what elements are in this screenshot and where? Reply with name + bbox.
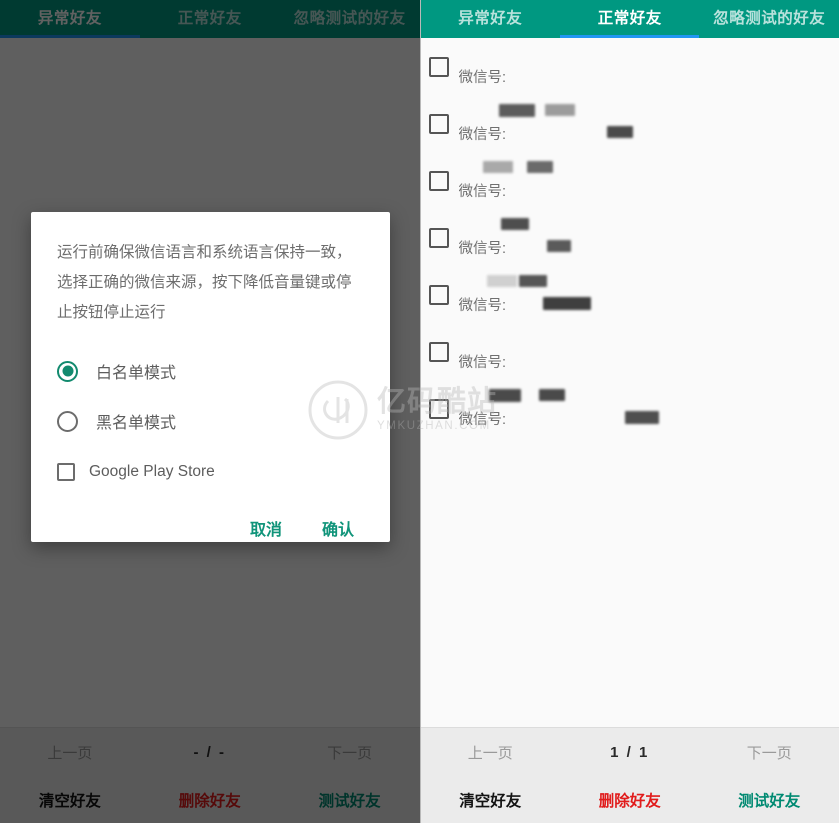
- redaction-block: [498, 104, 535, 117]
- friend-row-checkbox[interactable]: [428, 398, 449, 419]
- friend-row-checkbox[interactable]: [428, 113, 449, 134]
- friend-wxid-line: 微信号:: [459, 123, 673, 144]
- tab-abnormal-friends[interactable]: 异常好友: [421, 0, 561, 38]
- option-blacklist-label: 黑名单模式: [96, 415, 177, 432]
- redaction-block: [482, 161, 513, 173]
- dialog-confirm-button[interactable]: 确认: [322, 516, 354, 540]
- redaction-block: [488, 389, 521, 402]
- friend-nickname: [459, 388, 591, 405]
- option-whitelist-mode[interactable]: 白名单模式: [57, 346, 364, 396]
- friend-row[interactable]: 微信号:: [421, 323, 839, 380]
- friend-wxid-label: 微信号:: [458, 412, 507, 428]
- redaction-block: [544, 104, 575, 116]
- friend-nickname: [459, 331, 505, 348]
- friend-row[interactable]: 微信号:: [421, 152, 839, 209]
- run-settings-dialog: 运行前确保微信语言和系统语言保持一致，选择正确的微信来源，按下降低音量键或停止按…: [31, 212, 390, 542]
- redaction-block: [606, 126, 633, 138]
- friend-wxid-label: 微信号:: [458, 184, 507, 200]
- friend-row-text: 微信号:: [459, 46, 627, 87]
- checkbox-icon[interactable]: [57, 463, 75, 481]
- friend-row-checkbox[interactable]: [428, 341, 449, 362]
- friend-wxid-label: 微信号:: [458, 70, 507, 86]
- friend-row[interactable]: 微信号:: [421, 38, 839, 95]
- tab-normal-friends[interactable]: 正常好友: [560, 0, 700, 38]
- right-panel: 异常好友 正常好友 忽略测试的好友 微信号: 微信号: 微信号: 微信号: 微信…: [419, 0, 839, 823]
- friend-wxid-value: [508, 70, 626, 86]
- tab-ignored-test-friends[interactable]: 忽略测试的好友: [700, 0, 839, 38]
- friend-wxid-value: [508, 127, 672, 143]
- redaction-block: [486, 275, 517, 287]
- friend-row-text: 微信号:: [459, 217, 631, 258]
- radio-blacklist-icon[interactable]: [57, 410, 78, 432]
- friend-wxid-label: 微信号:: [458, 241, 507, 257]
- friend-row[interactable]: 微信号:: [421, 95, 839, 152]
- right-next-page-button[interactable]: 下一页: [700, 742, 839, 763]
- app-screen: 异常好友 正常好友 忽略测试的好友 上一页 - / - 下一页 清空好友 删除好…: [0, 0, 839, 823]
- redaction-block: [624, 411, 659, 424]
- redaction-block: [518, 275, 547, 287]
- right-tab-bar: 异常好友 正常好友 忽略测试的好友: [420, 0, 839, 38]
- friend-row-checkbox[interactable]: [428, 227, 449, 248]
- friend-row-checkbox[interactable]: [428, 170, 449, 191]
- friend-row[interactable]: 微信号:: [421, 209, 839, 266]
- friend-wxid-label: 微信号:: [458, 355, 507, 371]
- friend-wxid-line: 微信号:: [459, 237, 631, 258]
- dialog-cancel-button[interactable]: 取消: [250, 516, 282, 540]
- friend-row-text: 微信号:: [459, 160, 593, 201]
- friend-wxid-value: [508, 184, 592, 200]
- friend-row-checkbox[interactable]: [428, 284, 449, 305]
- right-prev-page-button[interactable]: 上一页: [421, 742, 561, 763]
- right-delete-friends-button[interactable]: 删除好友: [560, 789, 700, 811]
- left-panel: 异常好友 正常好友 忽略测试的好友 上一页 - / - 下一页 清空好友 删除好…: [0, 0, 420, 823]
- right-clear-friends-button[interactable]: 清空好友: [421, 789, 561, 811]
- redaction-block: [526, 161, 553, 173]
- friend-row-checkbox[interactable]: [428, 56, 449, 77]
- google-play-store-label: Google Play Store: [89, 463, 215, 480]
- friend-row-text: 微信号:: [459, 331, 605, 372]
- friend-wxid-value: [508, 355, 604, 371]
- dialog-message: 运行前确保微信语言和系统语言保持一致，选择正确的微信来源，按下降低音量键或停止按…: [57, 244, 352, 321]
- radio-whitelist-icon[interactable]: [57, 360, 78, 382]
- friend-wxid-line: 微信号:: [459, 180, 593, 201]
- right-friend-list[interactable]: 微信号: 微信号: 微信号: 微信号: 微信号: 微信号: 微信号:: [420, 38, 839, 727]
- redaction-block: [500, 218, 529, 230]
- redaction-block: [542, 297, 591, 310]
- dialog-actions: 取消 确认: [57, 516, 364, 540]
- google-play-store-option[interactable]: Google Play Store: [57, 450, 364, 494]
- friend-wxid-label: 微信号:: [458, 298, 507, 314]
- right-test-friends-button[interactable]: 测试好友: [700, 789, 839, 811]
- friend-wxid-line: 微信号:: [459, 351, 605, 372]
- right-page-indicator: 1 / 1: [610, 744, 650, 761]
- option-blacklist-mode[interactable]: 黑名单模式: [57, 396, 364, 446]
- friend-wxid-line: 微信号:: [459, 66, 627, 87]
- right-action-bar: 清空好友 删除好友 测试好友: [420, 777, 839, 823]
- friend-row[interactable]: 微信号:: [421, 266, 839, 323]
- friend-row[interactable]: 微信号:: [421, 380, 839, 437]
- friend-nickname: [459, 46, 551, 63]
- redaction-block: [546, 240, 571, 252]
- right-pagination-bar: 上一页 1 / 1 下一页: [420, 727, 839, 777]
- redaction-block: [538, 389, 565, 401]
- option-whitelist-label: 白名单模式: [96, 365, 177, 382]
- friend-wxid-label: 微信号:: [458, 127, 507, 143]
